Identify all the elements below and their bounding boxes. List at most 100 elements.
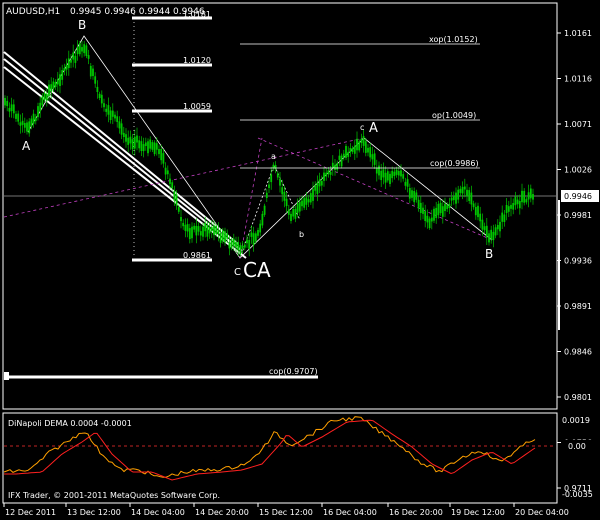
candle-body <box>307 199 310 203</box>
candle-body <box>424 211 427 221</box>
candle-body <box>219 233 222 243</box>
candle-body <box>43 93 46 101</box>
candle-body <box>63 67 66 72</box>
candle-body <box>140 141 143 151</box>
candle-body <box>199 231 202 236</box>
candle-body <box>12 104 15 114</box>
candle-body <box>422 207 424 214</box>
time-axis-label: 20 Dec 04:00 <box>515 508 569 517</box>
candle-body <box>389 173 391 184</box>
fib-label: 0.9861 <box>183 251 211 260</box>
candle-body <box>8 107 11 112</box>
wave-label-small-a: a <box>271 152 276 161</box>
candle-body <box>122 132 125 137</box>
candle-body <box>450 197 453 201</box>
candle-body <box>59 74 61 86</box>
candle-body <box>360 138 363 143</box>
candle-body <box>248 240 251 249</box>
time-axis-label: 14 Dec 20:00 <box>195 508 249 517</box>
price-axis-label: 1.0161 <box>564 29 592 38</box>
candle-body <box>76 46 79 55</box>
candle-body <box>39 102 42 112</box>
candle-body <box>351 148 354 152</box>
candle-body <box>349 148 352 153</box>
candle-body <box>402 174 405 179</box>
target-label: op(1.0049) <box>432 111 476 120</box>
candle-body <box>274 165 277 170</box>
candle-body <box>459 188 462 193</box>
candle-body <box>263 205 266 215</box>
candle-body <box>296 203 299 213</box>
candle-body <box>164 167 167 175</box>
fib-label: 1.0059 <box>183 102 211 111</box>
main-chart[interactable]: AUDUSD,H1 0.9945 0.9946 0.9944 0.9946 1.… <box>0 0 600 520</box>
price-axis-label: 1.0026 <box>564 166 592 175</box>
candle-body <box>334 164 336 170</box>
candle-body <box>472 203 475 208</box>
wave-label-c-prefix: C <box>234 267 241 278</box>
candle-body <box>184 224 187 231</box>
candle-body <box>65 64 68 70</box>
candle-body <box>89 65 92 77</box>
candle-body <box>261 213 264 226</box>
candle-body <box>461 186 464 194</box>
candle-body <box>180 217 182 222</box>
candle-body <box>70 59 72 63</box>
candle-body <box>518 201 521 209</box>
candle-body <box>228 242 231 249</box>
time-axis-label: 13 Dec 12:00 <box>67 508 121 517</box>
candle-body <box>114 114 116 119</box>
candle-body <box>98 93 101 98</box>
candle-body <box>4 98 6 106</box>
candle-body <box>195 225 198 236</box>
candle-body <box>338 155 341 160</box>
candle-body <box>325 172 328 177</box>
price-axis-label: 0.9801 <box>564 393 592 402</box>
candle-body <box>232 238 235 246</box>
candle-body <box>294 208 297 219</box>
candle-body <box>474 207 477 216</box>
candle-body <box>250 232 253 237</box>
time-axis-label: 19 Dec 12:00 <box>451 508 505 517</box>
candle-body <box>136 135 138 143</box>
candle-body <box>287 209 290 215</box>
candle-body <box>142 144 145 152</box>
candle-body <box>116 116 119 122</box>
candle-body <box>433 208 435 221</box>
candle-body <box>221 230 224 242</box>
candle-body <box>30 118 33 127</box>
wave-label-b2: B <box>485 247 493 261</box>
time-axis-label: 14 Dec 04:00 <box>131 508 185 517</box>
candle-body <box>494 227 497 236</box>
candle-body <box>129 136 132 144</box>
candle-body <box>32 113 35 124</box>
candle-body <box>303 198 306 208</box>
candle-body <box>270 174 273 183</box>
candle-body <box>230 239 233 248</box>
candle-body <box>169 178 171 184</box>
candle-body <box>127 137 130 145</box>
candle-body <box>173 190 176 201</box>
candle-body <box>265 192 268 198</box>
indicator-scale-zero: 0.00 <box>568 442 586 451</box>
candle-body <box>477 205 479 218</box>
candle-body <box>479 213 482 222</box>
candle-body <box>182 222 185 227</box>
candle-body <box>118 121 121 129</box>
candle-body <box>290 213 292 221</box>
candle-body <box>329 171 332 175</box>
candle-body <box>320 181 323 186</box>
candle-body <box>28 121 31 134</box>
wave-label-a2: A <box>369 121 378 136</box>
candle-body <box>171 182 174 189</box>
wave-label-small-c: c <box>360 123 364 132</box>
candle-body <box>208 227 211 234</box>
fib-label: 1.0120 <box>183 56 211 65</box>
candle-body <box>327 170 330 175</box>
candle-body <box>492 231 495 241</box>
candle-body <box>457 189 460 200</box>
candle-body <box>100 94 103 104</box>
candle-body <box>213 225 215 236</box>
candle-body <box>391 170 394 179</box>
price-axis-label: 1.0071 <box>564 120 592 129</box>
